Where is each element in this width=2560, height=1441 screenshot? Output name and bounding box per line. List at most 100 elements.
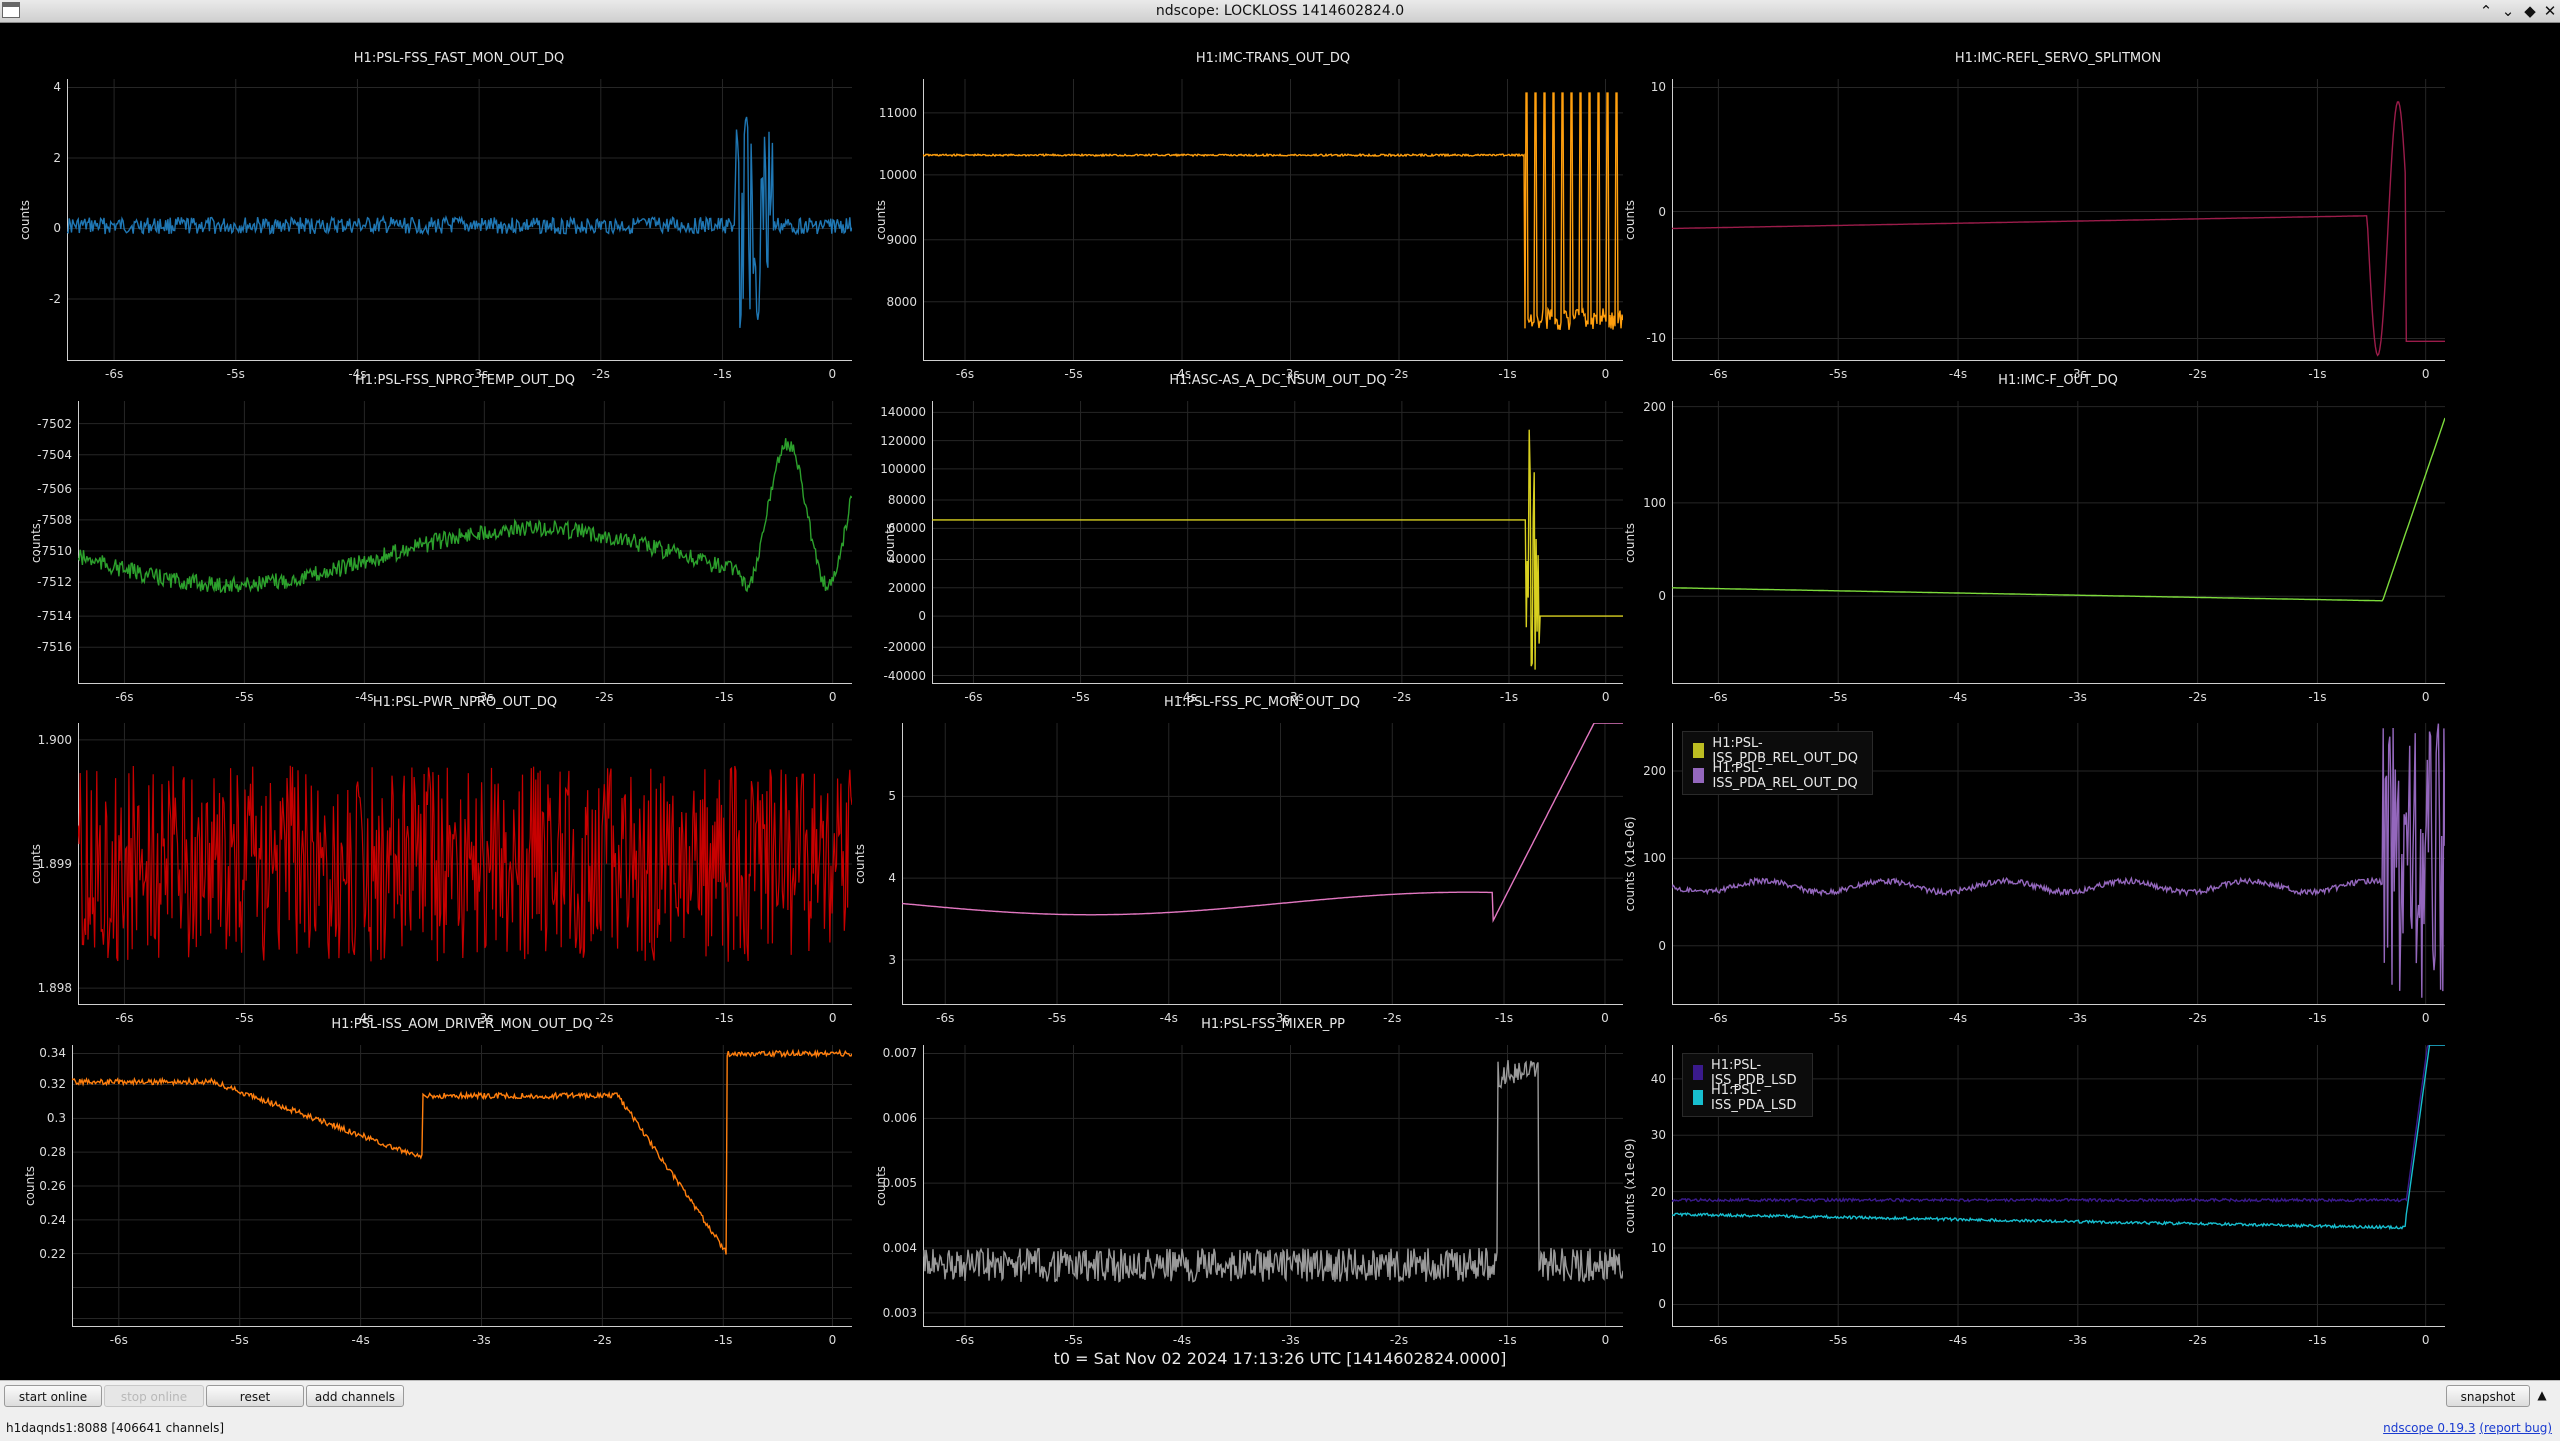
y-tick-label: -7510 — [37, 543, 72, 558]
plot-canvas[interactable] — [932, 401, 1623, 684]
x-tick-label: -4s — [1948, 690, 1968, 704]
y-tick-label: 10 — [1650, 80, 1666, 95]
x-tick-label: -5s — [1071, 690, 1090, 704]
legend-label: H1:PSL-ISS_PDA_LSD — [1711, 1082, 1797, 1113]
y-tick-label: 120000 — [880, 433, 926, 448]
plot-canvas[interactable] — [1672, 79, 2445, 361]
legend-item[interactable]: H1:PSL-ISS_PDB_REL_OUT_DQ — [1693, 736, 1862, 766]
y-tick-label: 0 — [918, 609, 926, 624]
y-tick-label: 100 — [1643, 495, 1666, 510]
close-icon[interactable]: ✕ — [2540, 1, 2560, 21]
restore-icon[interactable]: ⌄ — [2498, 1, 2518, 21]
x-tick-label: -6s — [964, 690, 983, 704]
y-tick-label: -40000 — [883, 668, 926, 683]
y-axis-label: counts — [1623, 522, 1637, 563]
plot-canvas[interactable] — [72, 1045, 852, 1327]
snapshot-button[interactable]: snapshot — [2446, 1385, 2530, 1407]
plot-title: H1:PSL-FSS_PC_MON_OUT_DQ — [1164, 695, 1360, 710]
report-bug-link[interactable]: (report bug) — [2479, 1421, 2552, 1435]
y-tick-label: 100000 — [880, 461, 926, 476]
y-tick-label: 5 — [888, 789, 896, 804]
x-tick-label: -5s — [1829, 1333, 1848, 1347]
y-tick-label: 200 — [1643, 399, 1666, 414]
y-tick-label: -7508 — [37, 512, 72, 527]
plot-title: H1:PSL-ISS_AOM_DRIVER_MON_OUT_DQ — [331, 1017, 593, 1032]
plot-canvas[interactable] — [67, 79, 852, 361]
window-title: ndscope: LOCKLOSS 1414602824.0 — [1155, 3, 1405, 19]
x-tick-label: -5s — [1829, 690, 1848, 704]
y-tick-label: 0 — [1658, 1297, 1666, 1312]
plot-canvas[interactable] — [902, 723, 1623, 1005]
maximize-icon[interactable]: ◆ — [2520, 1, 2540, 21]
y-tick-label: -7506 — [37, 481, 72, 496]
plot-canvas[interactable] — [923, 79, 1623, 361]
plot-legend[interactable]: H1:PSL-ISS_PDB_REL_OUT_DQ H1:PSL-ISS_PDA_… — [1682, 731, 1873, 795]
x-tick-label: -6s — [1709, 690, 1728, 704]
legend-item[interactable]: H1:PSL-ISS_PDA_LSD — [1693, 1082, 1802, 1113]
collapse-chevron-icon[interactable]: ▲ — [2532, 1385, 2552, 1405]
series-line — [78, 438, 852, 594]
start-online-button[interactable]: start online — [4, 1385, 102, 1407]
y-tick-label: 0.007 — [882, 1046, 917, 1061]
x-tick-label: -6s — [104, 367, 124, 381]
x-tick-label: -4s — [1172, 1333, 1192, 1347]
x-tick-label: 0 — [828, 1333, 837, 1347]
legend-item[interactable]: H1:PSL-ISS_PDB_LSD — [1693, 1058, 1802, 1088]
x-tick-label: -1s — [1498, 367, 1517, 381]
x-tick-label: 0 — [1601, 690, 1610, 704]
x-tick-label: -1s — [1498, 1333, 1517, 1347]
plot-canvas[interactable] — [1672, 401, 2445, 684]
y-tick-label: 0 — [1658, 204, 1666, 219]
y-tick-label: 0.26 — [39, 1179, 66, 1193]
series-line — [923, 1060, 1623, 1283]
y-tick-label: 10 — [1650, 1241, 1666, 1256]
plot-title: H1:PSL-FSS_NPRO_TEMP_OUT_DQ — [355, 373, 575, 388]
y-tick-label: 0.22 — [39, 1246, 66, 1261]
y-tick-label: 4 — [53, 80, 61, 95]
x-tick-label: 0 — [2421, 367, 2430, 381]
x-tick-label: 0 — [1601, 367, 1610, 381]
x-tick-label: -6s — [1709, 367, 1728, 381]
legend-swatch — [1693, 743, 1705, 758]
x-tick-label: 0 — [2421, 1011, 2430, 1025]
x-tick-label: -2s — [2188, 1011, 2207, 1025]
plot-title: H1:IMC-REFL_SERVO_SPLITMON — [1954, 51, 2162, 66]
x-tick-label: -5s — [235, 1011, 254, 1025]
plot-title: H1:PSL-FSS_MIXER_PP — [1201, 1017, 1345, 1032]
version-link[interactable]: ndscope 0.19.3 — [2383, 1421, 2475, 1435]
reset-button[interactable]: reset — [206, 1385, 304, 1407]
axis-frame — [1672, 401, 2445, 684]
series-line — [932, 429, 1623, 670]
server-status: h1daqnds1:8088 [406641 channels] — [6, 1421, 225, 1435]
plot-title: H1:IMC-TRANS_OUT_DQ — [1195, 51, 1351, 66]
add-channels-button[interactable]: add channels — [306, 1385, 404, 1407]
x-tick-label: -2s — [595, 1011, 614, 1025]
x-tick-label: -1s — [714, 1333, 733, 1347]
legend-label: H1:PSL-ISS_PDA_REL_OUT_DQ — [1712, 760, 1858, 791]
x-tick-label: -5s — [1047, 1011, 1067, 1025]
x-tick-label: -3s — [2068, 1011, 2087, 1025]
x-tick-label: 0 — [828, 690, 837, 704]
y-tick-label: 1.899 — [37, 857, 72, 871]
axis-frame — [932, 401, 1623, 684]
x-tick-label: -4s — [351, 1333, 370, 1347]
minimize-icon[interactable]: ⌃ — [2476, 1, 2496, 21]
plot-canvas[interactable] — [78, 723, 852, 1005]
legend-item[interactable]: H1:PSL-ISS_PDA_REL_OUT_DQ — [1693, 760, 1862, 791]
plot-title: H1:PSL-FSS_FAST_MON_OUT_DQ — [353, 51, 565, 66]
plot-canvas[interactable] — [78, 401, 852, 684]
stop-online-button[interactable]: stop online — [104, 1385, 204, 1407]
x-tick-label: -4s — [1948, 1011, 1968, 1025]
x-tick-label: -1s — [2308, 1333, 2327, 1347]
x-tick-label: -4s — [1159, 1011, 1178, 1025]
plot-grid: H1:PSL-FSS_FAST_MON_OUT_DQ counts 4 2 0 -2 -6s… — [0, 23, 2560, 1380]
t0-label: t0 = Sat Nov 02 2024 17:13:26 UTC [14146… — [1053, 1349, 1507, 1368]
plot-canvas[interactable] — [923, 1045, 1623, 1327]
y-tick-label: 1.900 — [37, 732, 72, 747]
x-tick-label: -5s — [1064, 1333, 1083, 1347]
plot-legend[interactable]: H1:PSL-ISS_PDB_LSD H1:PSL-ISS_PDA_LSD — [1682, 1053, 1813, 1117]
y-tick-label: 4 — [888, 871, 896, 886]
y-tick-label: 0.005 — [882, 1176, 917, 1191]
x-tick-label: -2s — [2188, 690, 2207, 704]
x-tick-label: -4s — [1948, 367, 1968, 381]
